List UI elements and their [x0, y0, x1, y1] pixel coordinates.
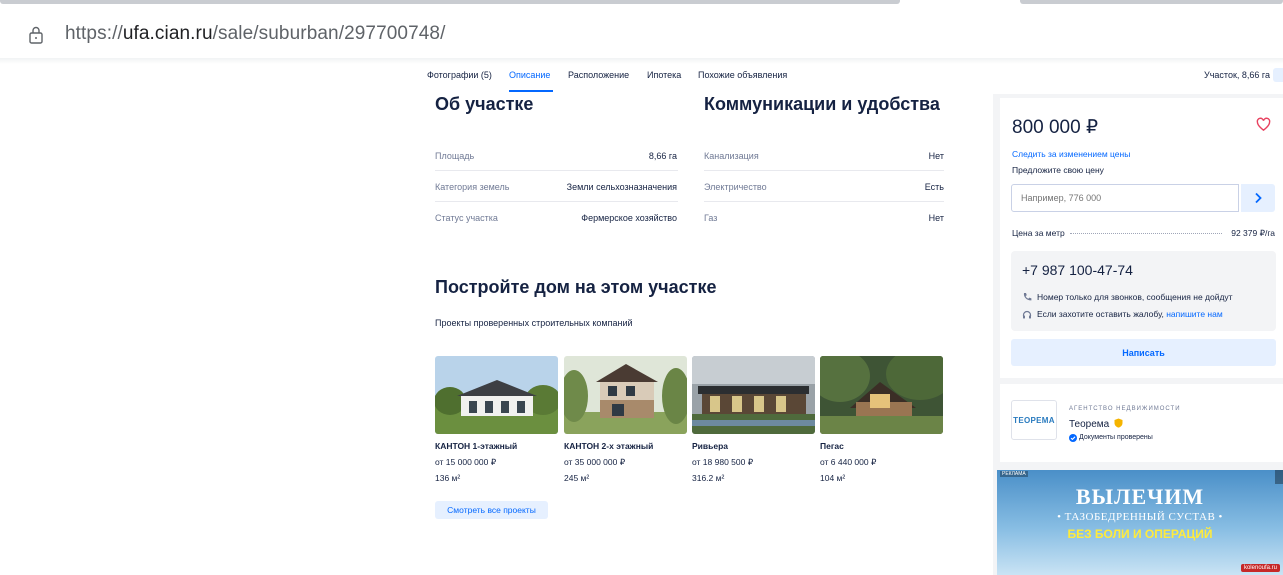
dotted-leader	[1070, 233, 1222, 234]
follow-price-link[interactable]: Следить за изменением цены	[1012, 149, 1130, 159]
agency-name[interactable]: Теорема	[1069, 418, 1123, 430]
utilities-label: Электричество	[704, 182, 767, 192]
divider	[704, 201, 944, 202]
calls-only-note: Номер только для звонков, сообщения не д…	[1037, 292, 1233, 302]
divider	[435, 201, 678, 202]
utilities-value: Нет	[928, 151, 944, 161]
ad-label: РЕКЛАМА	[1000, 471, 1028, 477]
about-value: Земли сельхозназначения	[566, 182, 677, 192]
offer-submit-button[interactable]	[1241, 184, 1275, 212]
chevron-right-icon	[1255, 192, 1262, 204]
lock-icon[interactable]	[28, 26, 44, 44]
project-image[interactable]	[820, 356, 943, 434]
about-value: Фермерское хозяйство	[581, 213, 677, 223]
ad-banner[interactable]: РЕКЛАМА ВЫЛЕЧИМ • ТАЗОБЕДРЕННЫЙ СУСТАВ •…	[997, 470, 1283, 575]
url-text[interactable]: https://ufa.cian.ru/sale/suburban/297700…	[65, 23, 445, 45]
utilities-label: Газ	[704, 213, 718, 223]
price-per-label: Цена за метр	[1012, 228, 1065, 238]
ad-line-2: • ТАЗОБЕДРЕННЫЙ СУСТАВ •	[1057, 511, 1223, 523]
utilities-value: Нет	[928, 213, 944, 223]
nav-item-description[interactable]: Описание	[509, 70, 550, 80]
project-area: 245 м²	[564, 473, 590, 483]
phone-icon	[1023, 293, 1032, 301]
about-label: Статус участка	[435, 213, 498, 223]
project-price: от 35 000 000 ₽	[564, 457, 626, 467]
project-price: от 15 000 000 ₽	[435, 457, 497, 467]
nav-item-photos[interactable]: Фотографии (5)	[427, 70, 492, 80]
propose-price-label: Предложите свою цену	[1012, 165, 1104, 175]
project-name[interactable]: КАНТОН 1-этажный	[435, 441, 517, 451]
heart-icon[interactable]	[1256, 117, 1271, 132]
project-image[interactable]	[435, 356, 558, 434]
offer-price-input[interactable]	[1011, 184, 1239, 212]
headset-icon	[1022, 310, 1032, 319]
nav-listing-summary: Участок, 8,66 га	[1204, 70, 1270, 80]
complaint-text: Если захотите оставить жалобу,	[1037, 309, 1164, 319]
url-scheme: https://	[65, 23, 123, 44]
nav-item-similar[interactable]: Похожие объявления	[698, 70, 787, 80]
url-path: /sale/suburban/297700748/	[212, 23, 446, 44]
verified-check-icon	[1069, 434, 1077, 442]
write-button[interactable]: Написать	[1011, 339, 1276, 366]
browser-tab[interactable]	[0, 0, 900, 4]
url-host: ufa.cian.ru	[122, 23, 213, 44]
ad-headline: ВЫЛЕЧИМ	[1075, 484, 1205, 509]
build-subtitle: Проекты проверенных строительных компани…	[435, 318, 633, 328]
utilities-value: Есть	[924, 182, 944, 192]
nav-active-underline	[509, 90, 553, 92]
project-area: 316.2 м²	[692, 473, 725, 483]
complaint-note: Если захотите оставить жалобу, напишите …	[1037, 309, 1223, 319]
documents-verified: Документы проверены	[1079, 434, 1153, 441]
agency-logo-text: ТЕОРЕМА	[1013, 415, 1055, 425]
ad-menu-icon[interactable]	[1275, 470, 1283, 484]
project-image[interactable]	[692, 356, 815, 434]
listing-price: 800 000 ₽	[1012, 117, 1099, 138]
nav-item-location[interactable]: Расположение	[568, 70, 629, 80]
complaint-link[interactable]: напишите нам	[1166, 309, 1223, 319]
nav-edge-button[interactable]	[1273, 68, 1283, 82]
project-name[interactable]: Ривьера	[692, 441, 728, 451]
project-area: 136 м²	[435, 473, 461, 483]
shield-badge-icon	[1114, 418, 1123, 428]
agency-logo[interactable]: ТЕОРЕМА	[1011, 400, 1057, 440]
utilities-title: Коммуникации и удобства	[704, 94, 940, 114]
build-title: Постройте дом на этом участке	[435, 277, 717, 297]
phone-number[interactable]: +7 987 100-47-74	[1022, 262, 1133, 278]
ad-line-3: БЕЗ БОЛИ И ОПЕРАЦИЙ	[1067, 527, 1213, 541]
about-title: Об участке	[435, 94, 534, 114]
listing-nav: Фотографии (5) Описание Расположение Ипо…	[0, 64, 1283, 94]
project-price: от 6 440 000 ₽	[820, 457, 877, 467]
nav-item-mortgage[interactable]: Ипотека	[647, 70, 681, 80]
all-projects-button[interactable]: Смотреть все проекты	[435, 501, 548, 519]
price-per-value: 92 379 ₽/га	[1231, 228, 1275, 238]
agency-name-text: Теорема	[1069, 419, 1110, 430]
about-value: 8,66 га	[648, 151, 677, 161]
ad-site: kolenoufa.ru	[1240, 564, 1280, 572]
utilities-label: Канализация	[704, 151, 759, 161]
project-price: от 18 980 500 ₽	[692, 457, 754, 467]
about-label: Категория земель	[435, 182, 510, 192]
project-name[interactable]: КАНТОН 2-х этажный	[564, 441, 653, 451]
address-bar[interactable]: https://ufa.cian.ru/sale/suburban/297700…	[0, 10, 1283, 56]
project-image[interactable]	[564, 356, 687, 434]
browser-tab[interactable]	[1020, 0, 1283, 4]
browser-tab-strip	[0, 0, 1283, 8]
project-area: 104 м²	[820, 473, 846, 483]
agency-tag: Агентство недвижимости	[1069, 406, 1181, 412]
about-label: Площадь	[435, 151, 475, 161]
divider	[435, 170, 678, 171]
project-name[interactable]: Пегас	[820, 441, 844, 451]
divider	[704, 170, 944, 171]
